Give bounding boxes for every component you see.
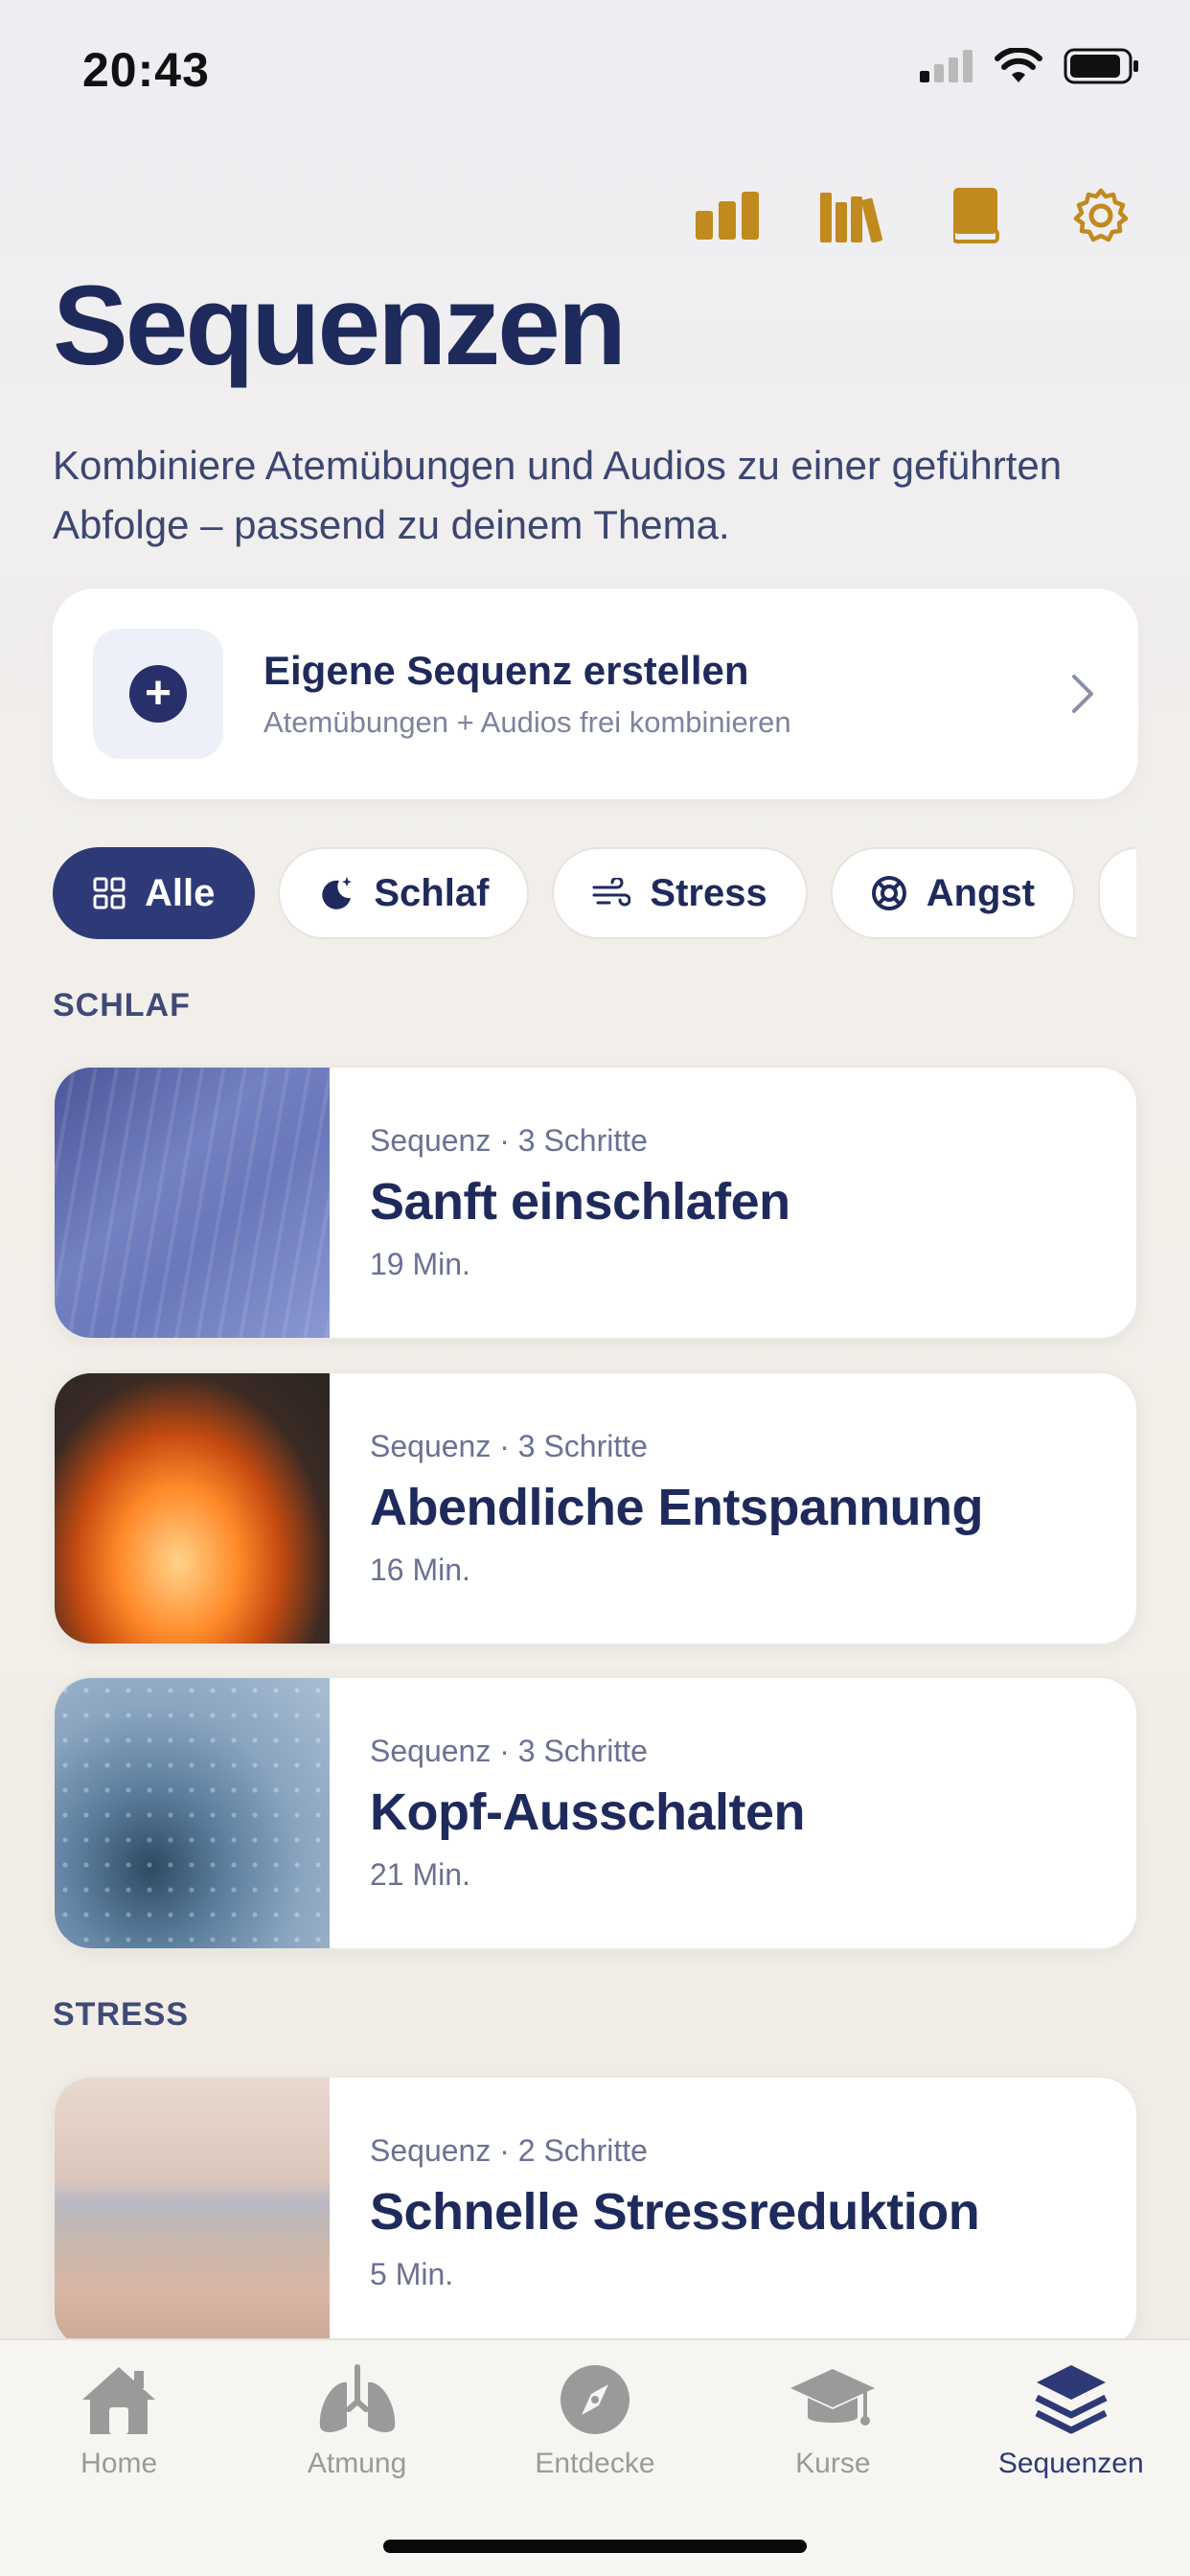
sequence-thumbnail — [55, 1068, 330, 1338]
sequence-card-abendliche-entspannung[interactable]: Sequenz · 3 Schritte Abendliche Entspann… — [53, 1371, 1138, 1645]
filter-chip-stress[interactable]: Stress — [552, 847, 808, 939]
status-icons — [920, 48, 1140, 84]
plus-icon: + — [129, 665, 187, 723]
filter-chip-angst[interactable]: Angst — [830, 847, 1076, 939]
cellular-signal-icon — [920, 50, 973, 82]
tab-kurse[interactable]: Kurse — [722, 2358, 943, 2480]
stats-icon[interactable] — [694, 182, 761, 249]
sequence-meta: Sequenz · 2 Schritte — [370, 2133, 648, 2168]
tab-atmung[interactable]: Atmung — [247, 2358, 468, 2480]
page-title: Sequenzen — [53, 263, 627, 389]
filter-chip-label: Angst — [926, 871, 1036, 914]
sequence-card-kopf-ausschalten[interactable]: Sequenz · 3 Schritte Kopf-Ausschalten 21… — [53, 1676, 1138, 1950]
tab-home[interactable]: Home — [9, 2358, 229, 2480]
header-actions — [694, 182, 1134, 249]
sequence-meta: Sequenz · 3 Schritte — [370, 1734, 648, 1768]
compass-icon — [560, 2365, 629, 2434]
lifebuoy-icon — [871, 876, 906, 910]
wifi-icon — [995, 48, 1042, 82]
status-time: 20:43 — [82, 43, 210, 97]
filter-chips: Alle Schlaf Stress Angst — [53, 847, 1190, 939]
create-sequence-title: Eigene Sequenz erstellen — [263, 648, 749, 693]
filter-chip-label: Schlaf — [374, 871, 490, 914]
grid-icon — [93, 877, 126, 909]
sequence-title: Sanft einschlafen — [370, 1173, 790, 1230]
tab-label: Sequenzen — [997, 2448, 1144, 2479]
sequence-title: Kopf-Ausschalten — [370, 1783, 806, 1841]
sequence-duration: 5 Min. — [370, 2257, 454, 2291]
tab-entdecke[interactable]: Entdecke — [485, 2358, 705, 2480]
book-icon[interactable] — [943, 182, 1010, 249]
filter-chip-more[interactable] — [1098, 847, 1137, 939]
sequence-duration: 16 Min. — [370, 1552, 470, 1587]
wind-icon — [592, 878, 631, 907]
tab-label: Kurse — [795, 2448, 871, 2479]
sequence-duration: 21 Min. — [370, 1857, 470, 1892]
sequence-meta: Sequenz · 3 Schritte — [370, 1429, 648, 1463]
tab-sequenzen[interactable]: Sequenzen — [961, 2358, 1181, 2480]
chevron-right-icon — [1072, 675, 1093, 713]
section-label-schlaf: SCHLAF — [53, 987, 191, 1024]
filter-chip-alle[interactable]: Alle — [53, 847, 256, 939]
sequence-duration: 19 Min. — [370, 1247, 470, 1281]
lungs-icon — [319, 2364, 395, 2432]
page-subtitle: Kombiniere Atemübungen und Audios zu ein… — [53, 443, 1063, 547]
library-icon[interactable] — [818, 182, 885, 249]
moon-icon — [322, 877, 353, 909]
section-label-stress: STRESS — [53, 1996, 190, 2033]
sequence-title: Schnelle Stressreduktion — [370, 2183, 980, 2241]
filter-chip-schlaf[interactable]: Schlaf — [278, 847, 530, 939]
layers-icon — [1035, 2365, 1108, 2434]
status-bar: 20:43 — [0, 0, 1190, 144]
create-sequence-subtitle: Atemübungen + Audios frei kombinieren — [263, 705, 791, 739]
sequence-card-schnelle-stressreduktion[interactable]: Sequenz · 2 Schritte Schnelle Stressredu… — [53, 2076, 1138, 2350]
tab-label: Entdecke — [535, 2448, 655, 2479]
graduation-cap-icon — [790, 2369, 876, 2426]
sequence-thumbnail — [55, 1373, 330, 1644]
battery-icon — [1064, 48, 1138, 84]
settings-icon[interactable] — [1067, 182, 1134, 249]
sequence-title: Abendliche Entspannung — [370, 1479, 984, 1536]
create-sequence-card[interactable]: + Eigene Sequenz erstellen Atemübungen +… — [53, 588, 1138, 799]
filter-chip-label: Stress — [650, 871, 767, 914]
home-icon — [82, 2367, 156, 2434]
sequence-card-sanft-einschlafen[interactable]: Sequenz · 3 Schritte Sanft einschlafen 1… — [53, 1066, 1138, 1340]
sequence-thumbnail — [55, 1678, 330, 1948]
filter-chip-label: Alle — [145, 871, 216, 914]
tab-label: Atmung — [307, 2448, 407, 2479]
create-icon-box: + — [93, 629, 223, 759]
sequence-meta: Sequenz · 3 Schritte — [370, 1123, 648, 1158]
sequence-thumbnail — [55, 2078, 330, 2348]
home-indicator — [383, 2540, 807, 2553]
tab-label: Home — [80, 2448, 158, 2479]
